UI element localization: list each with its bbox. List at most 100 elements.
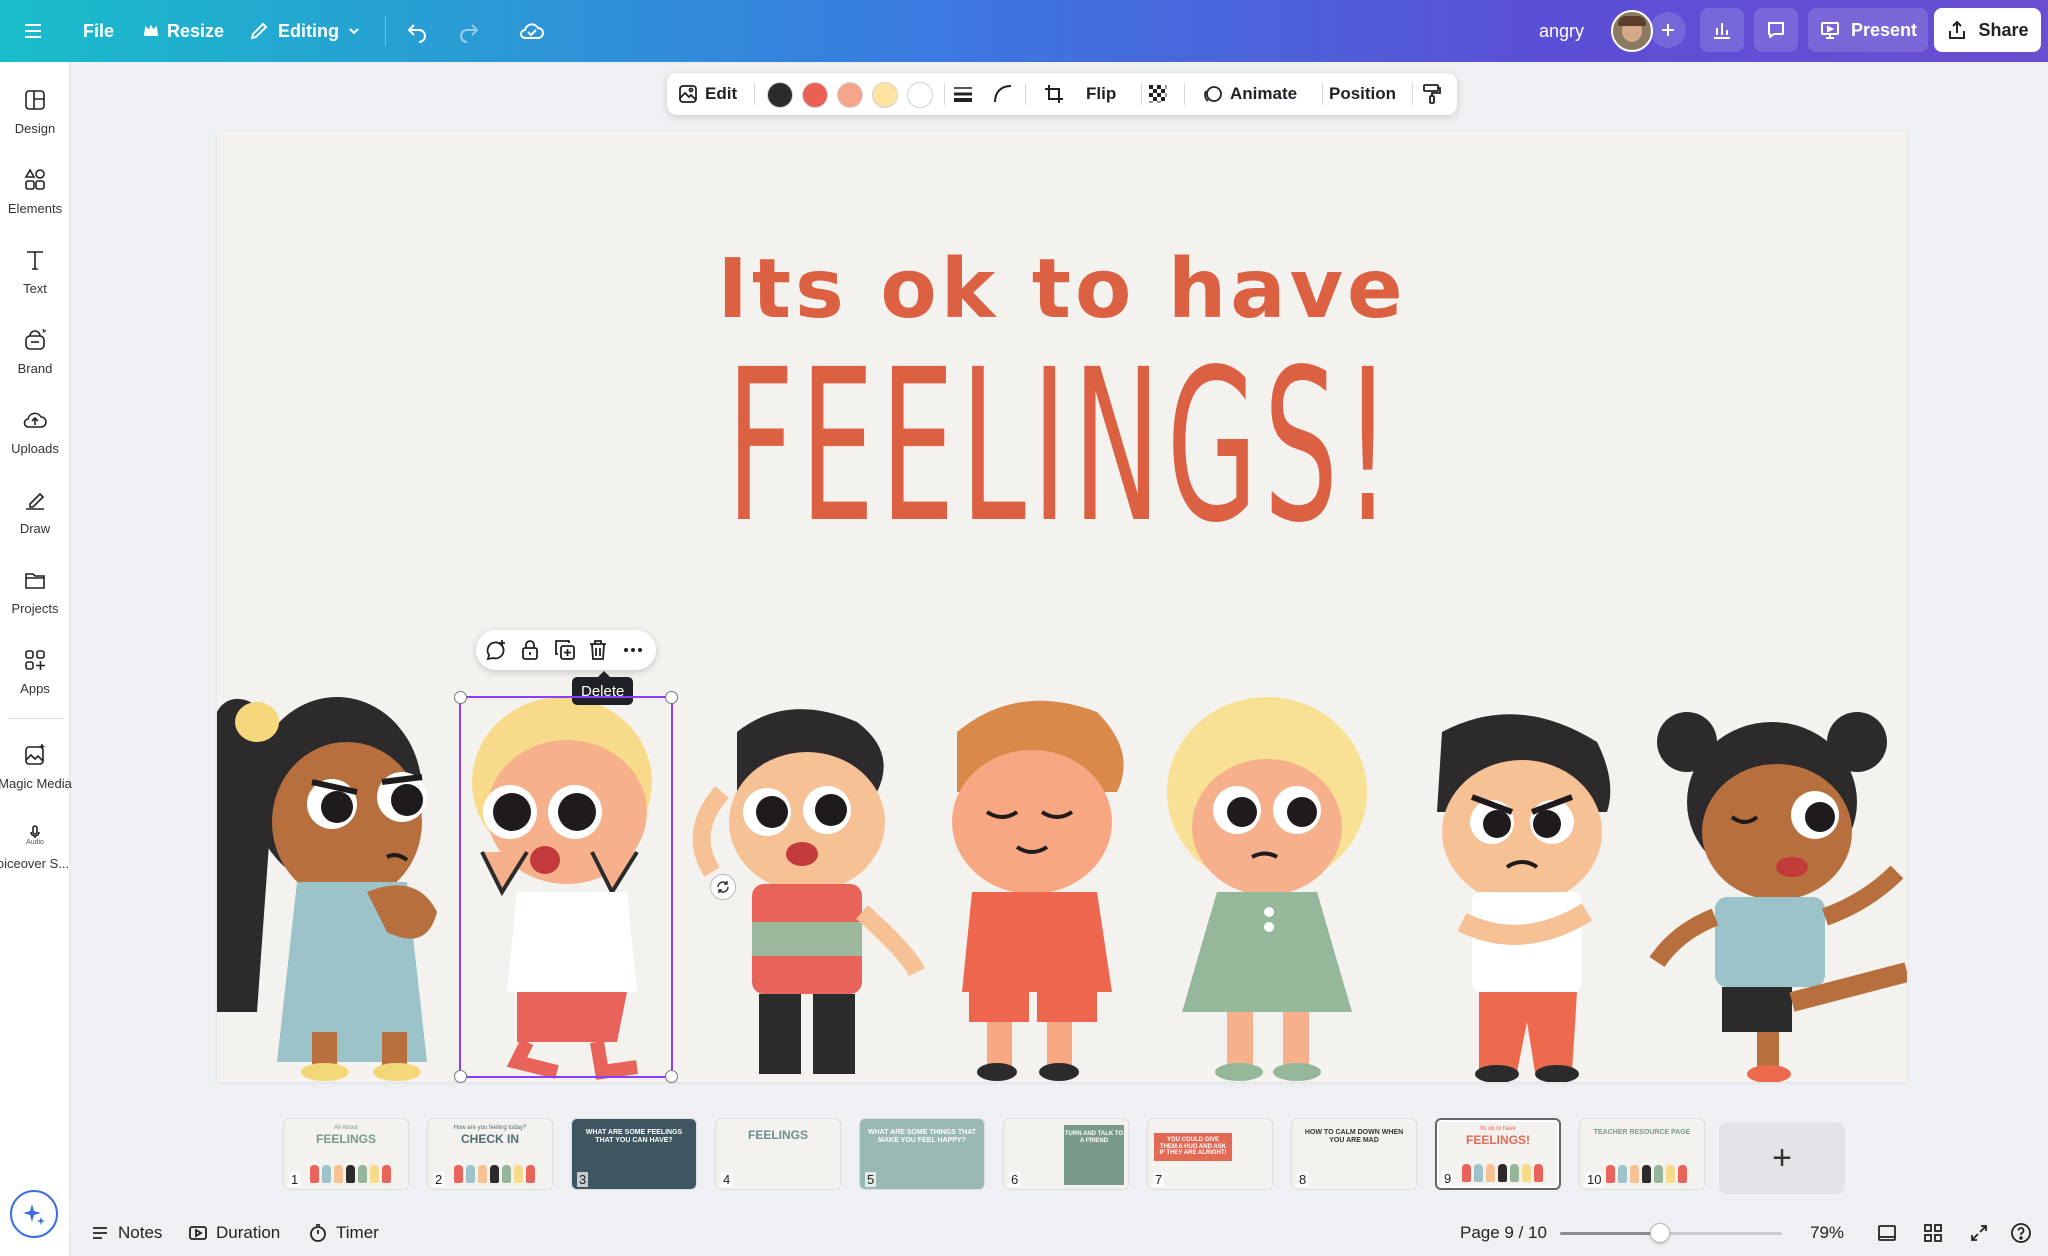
present-button[interactable]: Present bbox=[1808, 8, 1928, 52]
figure-dot bbox=[309, 1165, 319, 1183]
thumbnail-page-8[interactable]: HOW TO CALM DOWN WHEN YOU ARE MAD 8 bbox=[1291, 1118, 1417, 1190]
add-page-button[interactable]: + bbox=[1719, 1122, 1845, 1194]
playful-girl-character[interactable] bbox=[1649, 712, 1907, 1082]
color-swatch[interactable] bbox=[872, 82, 898, 108]
thumbnail-caption: FEELINGS bbox=[747, 1128, 808, 1142]
animate-button[interactable]: Animate bbox=[1202, 73, 1297, 115]
resize-handle-top-right[interactable] bbox=[665, 691, 678, 704]
sidebar-item-apps[interactable]: Apps bbox=[0, 647, 70, 717]
sidebar-item-label: Draw bbox=[19, 521, 51, 536]
sidebar-item-brand[interactable]: Brand bbox=[0, 327, 70, 397]
thumbnail-page-5[interactable]: WHAT ARE SOME THINGS THAT MAKE YOU FEEL … bbox=[859, 1118, 985, 1190]
thumbnail-page-1[interactable]: All About FEELINGS 1 bbox=[283, 1118, 409, 1190]
resize-button[interactable]: Resize bbox=[143, 11, 224, 51]
sidebar-item-magic-media[interactable]: Magic Media bbox=[0, 742, 72, 812]
cloud-save-status[interactable] bbox=[518, 11, 546, 51]
resize-handle-top-left[interactable] bbox=[454, 691, 467, 704]
comments-button[interactable] bbox=[1754, 8, 1798, 52]
edit-image-button[interactable]: Edit bbox=[677, 73, 737, 115]
redo-button[interactable] bbox=[457, 11, 481, 51]
selection-box[interactable] bbox=[454, 691, 678, 1083]
toolbar-divider bbox=[754, 83, 755, 105]
sidebar-item-projects[interactable]: Projects bbox=[0, 567, 70, 637]
thumbnail-page-9[interactable]: Its ok to have FEELINGS! 9 bbox=[1435, 1118, 1561, 1190]
duplicate-icon[interactable] bbox=[553, 638, 577, 662]
share-button[interactable]: Share bbox=[1934, 8, 2041, 52]
notes-view-button[interactable] bbox=[1877, 1223, 1897, 1243]
sidebar-item-label: Uploads bbox=[11, 441, 59, 456]
girl-thinking-character[interactable] bbox=[217, 697, 437, 1081]
file-menu-button[interactable]: File bbox=[83, 11, 114, 51]
trash-icon[interactable] bbox=[586, 638, 610, 662]
notes-button[interactable]: Notes bbox=[90, 1223, 162, 1243]
help-button[interactable] bbox=[2010, 1222, 2032, 1244]
zoom-level[interactable]: 79% bbox=[1810, 1223, 1844, 1243]
sidebar-item-label: Brand bbox=[17, 361, 53, 376]
invite-button[interactable] bbox=[1650, 12, 1686, 48]
crop-button[interactable] bbox=[1043, 73, 1065, 115]
document-title[interactable]: angry bbox=[1539, 11, 1584, 51]
position-button[interactable]: Position bbox=[1329, 73, 1396, 115]
thumbnail-page-2[interactable]: How are you feeling today? CHECK IN 2 bbox=[427, 1118, 553, 1190]
share-label: Share bbox=[1978, 19, 2029, 40]
figure-dot bbox=[1533, 1164, 1543, 1182]
comment-add-icon[interactable] bbox=[484, 638, 508, 662]
worried-girl-character[interactable] bbox=[1167, 697, 1367, 1081]
corner-rounding-button[interactable] bbox=[992, 73, 1014, 115]
undo-button[interactable] bbox=[405, 11, 429, 51]
flip-button[interactable]: Flip bbox=[1086, 73, 1116, 115]
border-style-button[interactable] bbox=[951, 73, 975, 115]
figure-dot bbox=[1677, 1165, 1687, 1183]
color-swatch[interactable] bbox=[802, 82, 828, 108]
resize-handle-bottom-left[interactable] bbox=[454, 1070, 467, 1083]
more-options-icon[interactable] bbox=[621, 638, 645, 662]
grid-icon bbox=[1924, 1224, 1942, 1242]
sidebar-item-voiceover[interactable]: Audio Voiceover S... bbox=[0, 822, 70, 892]
zoom-slider-fill bbox=[1560, 1232, 1660, 1235]
sidebar-item-draw[interactable]: Draw bbox=[0, 487, 70, 557]
duration-button[interactable]: Duration bbox=[188, 1223, 280, 1243]
color-swatch[interactable] bbox=[907, 82, 933, 108]
menu-button[interactable] bbox=[22, 11, 44, 51]
toolbar-divider bbox=[1322, 83, 1323, 105]
editing-mode-dropdown[interactable]: Editing bbox=[248, 11, 361, 51]
thumbnail-number: 10 bbox=[1585, 1172, 1604, 1187]
page-indicator[interactable]: Page 9 / 10 bbox=[1460, 1223, 1547, 1243]
thumbnail-page-4[interactable]: FEELINGS 4 bbox=[715, 1118, 841, 1190]
resize-handle-bottom-right[interactable] bbox=[665, 1070, 678, 1083]
thumbnail-page-7[interactable]: YOU COULD GIVE THEM A HUG AND ASK IF THE… bbox=[1147, 1118, 1273, 1190]
zoom-slider-track[interactable] bbox=[1560, 1223, 1782, 1243]
transparency-button[interactable] bbox=[1147, 73, 1169, 115]
grid-view-button[interactable] bbox=[1923, 1223, 1943, 1243]
zoom-slider-thumb[interactable] bbox=[1650, 1223, 1670, 1243]
color-swatch[interactable] bbox=[837, 82, 863, 108]
sidebar-item-uploads[interactable]: Uploads bbox=[0, 407, 70, 477]
sidebar-item-elements[interactable]: Elements bbox=[0, 167, 70, 237]
angry-boy-character[interactable] bbox=[1437, 714, 1611, 1082]
thumbnail-page-10[interactable]: TEACHER RESOURCE PAGE 10 bbox=[1579, 1118, 1705, 1190]
thumbnail-subtitle: All About bbox=[334, 1125, 358, 1131]
page-indicator-text: Page 9 / 10 bbox=[1460, 1223, 1547, 1242]
timer-button[interactable]: Timer bbox=[308, 1223, 379, 1243]
copy-style-button[interactable] bbox=[1420, 73, 1444, 115]
lock-icon[interactable] bbox=[518, 638, 542, 662]
sidebar-item-design[interactable]: Design bbox=[0, 87, 70, 157]
microphone-icon bbox=[30, 824, 40, 838]
thumbnail-page-3[interactable]: WHAT ARE SOME FEELINGS THAT YOU CAN HAVE… bbox=[571, 1118, 697, 1190]
insights-button[interactable] bbox=[1700, 8, 1744, 52]
element-toolbar: Edit Flip Animate Position bbox=[667, 73, 1457, 115]
sidebar-item-text[interactable]: Text bbox=[0, 247, 70, 317]
paint-roller-icon bbox=[1423, 84, 1441, 104]
avatar[interactable] bbox=[1611, 10, 1653, 52]
cloud-check-icon bbox=[520, 23, 544, 39]
thumbnail-caption: TURN AND TALK TO A FRIEND bbox=[1064, 1125, 1124, 1185]
timer-icon bbox=[310, 1224, 326, 1242]
content-boy-character[interactable] bbox=[952, 700, 1124, 1081]
fullscreen-button[interactable] bbox=[1969, 1223, 1989, 1243]
notes-icon bbox=[93, 1227, 107, 1239]
rotate-handle[interactable] bbox=[710, 874, 736, 900]
toolbar-divider bbox=[944, 83, 945, 105]
thumbnail-page-6[interactable]: TURN AND TALK TO A FRIEND 6 bbox=[1003, 1118, 1129, 1190]
color-swatch[interactable] bbox=[767, 82, 793, 108]
crop-icon bbox=[1045, 85, 1063, 103]
